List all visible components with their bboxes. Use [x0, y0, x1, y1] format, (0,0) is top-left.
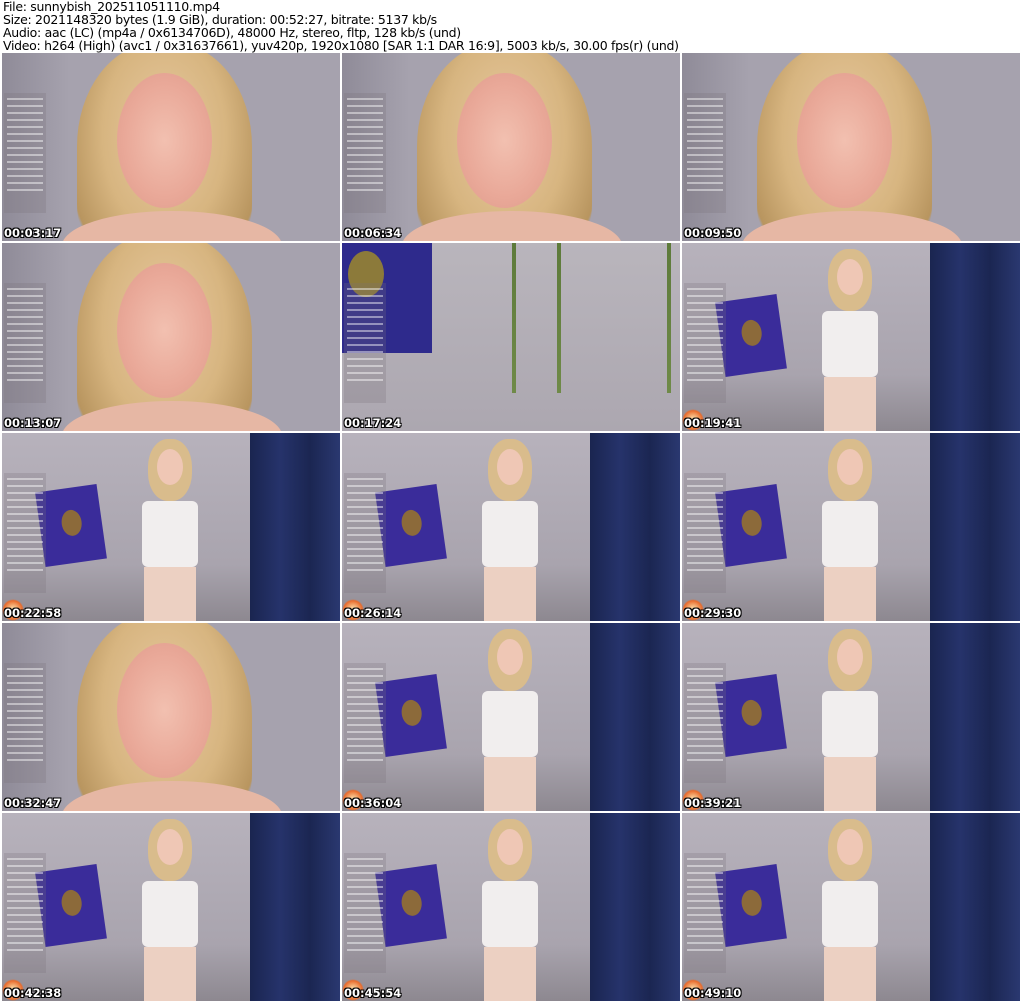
- file-info-header: File: sunnybish_202511051110.mp4 Size: 2…: [3, 0, 679, 52]
- video-info: Video: h264 (High) (avc1 / 0x31637661), …: [3, 38, 679, 53]
- video-frame-thumbnail: 00:06:34: [342, 53, 680, 241]
- frame-timestamp: 00:29:30: [684, 606, 742, 620]
- frame-timestamp: 00:09:50: [684, 226, 742, 240]
- frame-timestamp: 00:06:34: [344, 226, 402, 240]
- frame-timestamp: 00:39:21: [684, 796, 742, 810]
- video-frame-thumbnail: 00:03:17: [2, 53, 340, 241]
- video-frame-thumbnail: 00:26:14: [342, 433, 680, 621]
- frame-timestamp: 00:32:47: [4, 796, 62, 810]
- frame-timestamp: 00:22:58: [4, 606, 62, 620]
- video-frame-thumbnail: 00:09:50: [682, 53, 1020, 241]
- frame-timestamp: 00:13:07: [4, 416, 62, 430]
- frame-timestamp: 00:49:10: [684, 986, 742, 1000]
- video-frame-thumbnail: 00:29:30: [682, 433, 1020, 621]
- frame-timestamp: 00:19:41: [684, 416, 742, 430]
- video-frame-thumbnail: 00:32:47: [2, 623, 340, 811]
- video-frame-thumbnail: 00:36:04: [342, 623, 680, 811]
- video-frame-thumbnail: 00:39:21: [682, 623, 1020, 811]
- frame-timestamp: 00:42:38: [4, 986, 62, 1000]
- frame-timestamp: 00:03:17: [4, 226, 62, 240]
- frame-timestamp: 00:45:54: [344, 986, 402, 1000]
- video-frame-thumbnail: 00:49:10: [682, 813, 1020, 1001]
- video-frame-thumbnail: 00:42:38: [2, 813, 340, 1001]
- video-frame-thumbnail: 00:13:07: [2, 243, 340, 431]
- frame-timestamp: 00:36:04: [344, 796, 402, 810]
- thumbnail-grid: 00:03:17 00:06:34 00:09:50 00:13:07 00:17:24…: [2, 53, 1020, 1001]
- frame-timestamp: 00:26:14: [344, 606, 402, 620]
- video-frame-thumbnail: 00:19:41: [682, 243, 1020, 431]
- video-frame-thumbnail: 00:45:54: [342, 813, 680, 1001]
- frame-timestamp: 00:17:24: [344, 416, 402, 430]
- video-frame-thumbnail: 00:22:58: [2, 433, 340, 621]
- video-frame-thumbnail: 00:17:24: [342, 243, 680, 431]
